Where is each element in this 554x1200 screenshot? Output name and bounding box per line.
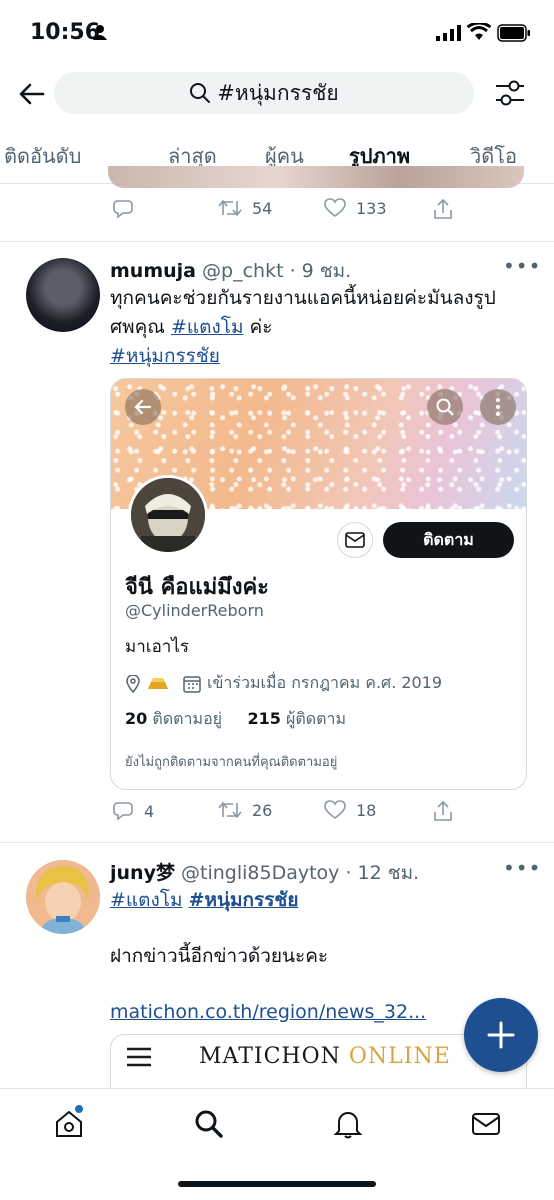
hashtag-link[interactable]: #แตงโม — [171, 316, 244, 338]
tweet-header: mumuja @p_chkt · 9 ชม. — [110, 256, 351, 286]
reply-button[interactable] — [112, 198, 134, 220]
reply-icon — [113, 200, 133, 219]
retweet-button[interactable]: 54 — [218, 198, 272, 218]
search-icon — [190, 83, 211, 103]
display-name[interactable]: juny梦 — [110, 862, 175, 884]
search-query: #หนุ่มกรรชัย — [217, 80, 339, 105]
like-count: 133 — [356, 198, 387, 218]
tweet-text-line: ศพคุณ #แตงโม ค่ะ — [110, 313, 496, 342]
tweet-text-segment: ศพคุณ — [110, 316, 171, 338]
retweet-icon — [218, 801, 242, 819]
tweet-text-line: ทุกคนคะช่วยกันรายงานแอคนี้หน่อยค่ะมันลงร… — [110, 287, 496, 309]
person-icon — [93, 25, 107, 40]
messages-icon[interactable] — [471, 1109, 501, 1139]
location-icon — [126, 674, 140, 693]
hashtag-link[interactable]: #หนุ่มกรรชัย — [189, 889, 299, 911]
back-arrow-icon[interactable] — [18, 80, 46, 108]
share-icon — [434, 198, 452, 219]
post-image[interactable] — [108, 166, 524, 188]
divider — [0, 241, 554, 242]
search-input[interactable]: #หนุ่มกรรชัย — [54, 72, 474, 114]
site-logo: MATICHON ONLINE — [199, 1044, 451, 1069]
status-time: 10:56 — [30, 20, 101, 45]
bottom-navigation — [0, 1088, 554, 1200]
retweet-icon — [218, 199, 242, 217]
tweet-text: ทุกคนคะช่วยกันรายงานแอคนี้หน่อยค่ะมันลงร… — [110, 284, 496, 371]
profile-meta: เข้าร่วมเมื่อ กรกฎาคม ค.ศ. 2019 — [125, 671, 442, 696]
post-actions: 54 133 — [0, 198, 554, 228]
followers-label: ผู้ติดตาม — [285, 709, 347, 728]
like-icon — [324, 800, 346, 820]
divider — [0, 842, 554, 843]
notifications-icon[interactable] — [333, 1109, 363, 1139]
profile-bio: มาเอาไร — [125, 637, 189, 657]
more-options-icon — [480, 389, 516, 425]
more-options-icon[interactable]: ••• — [503, 254, 541, 278]
status-bar: 10:56 — [0, 0, 554, 66]
post-actions: 4 26 18 — [0, 800, 554, 830]
display-name[interactable]: mumuja — [110, 260, 196, 282]
compose-icon — [487, 1021, 515, 1049]
search-icon — [427, 389, 463, 425]
filter-icon[interactable] — [494, 78, 526, 108]
brand-part: ONLINE — [348, 1044, 451, 1069]
handle-time: @tingli85Daytoy · 12 ชม. — [181, 862, 420, 884]
tweet-body: ฝากข่าวนี้อีกข่าวด้วยนะคะ — [110, 945, 329, 967]
explore-icon[interactable] — [194, 1109, 224, 1139]
search-header: #หนุ่มกรรชัย — [0, 66, 554, 122]
reply-button[interactable]: 4 — [112, 800, 154, 822]
tweet-header: juny梦 @tingli85Daytoy · 12 ชม. — [110, 858, 419, 888]
retweet-count: 26 — [252, 800, 273, 820]
embedded-profile-image[interactable]: ติดตาม จีนี คือแม่มึงค่ะ @CylinderReborn… — [110, 378, 527, 790]
like-button[interactable]: 18 — [324, 800, 376, 820]
avatar[interactable] — [26, 860, 100, 934]
compose-button[interactable] — [464, 998, 538, 1072]
brand-part: MATICHON — [199, 1044, 341, 1069]
profile-name: จีนี คือแม่มึงค่ะ — [125, 575, 269, 600]
signal-icon — [436, 25, 461, 41]
retweet-count: 54 — [252, 198, 273, 218]
like-button[interactable]: 133 — [324, 198, 387, 218]
profile-avatar — [128, 475, 208, 555]
profile-follow-note: ยังไม่ถูกติดตามจากคนที่คุณติดตามอยู่ — [125, 755, 338, 770]
back-arrow-icon — [125, 389, 161, 425]
profile-stats: 20 ติดตามอยู่ 215 ผู้ติดตาม — [125, 707, 346, 732]
share-button[interactable] — [432, 198, 454, 220]
notification-dot — [75, 1105, 83, 1113]
retweet-button[interactable]: 26 — [218, 800, 272, 820]
following-label: ติดตามอยู่ — [152, 709, 223, 728]
share-button[interactable] — [432, 800, 454, 822]
reply-count: 4 — [144, 801, 155, 821]
like-icon — [324, 198, 346, 218]
tweet-text-segment: ค่ะ — [243, 316, 273, 338]
avatar[interactable] — [26, 258, 100, 332]
mail-icon — [337, 522, 373, 558]
reply-icon — [113, 802, 133, 821]
following-count: 20 — [125, 709, 148, 728]
news-link[interactable]: matichon.co.th/region/news_32... — [110, 1001, 426, 1023]
followers-count: 215 — [247, 709, 281, 728]
tab-top[interactable]: ติดอันดับ — [4, 140, 81, 172]
home-icon[interactable] — [54, 1109, 84, 1139]
wifi-icon — [467, 23, 491, 40]
handle-time: @p_chkt · 9 ชม. — [202, 260, 352, 282]
menu-icon — [127, 1047, 151, 1067]
profile-handle: @CylinderReborn — [125, 601, 264, 620]
tweet-text: #แตงโม #หนุ่มกรรชัย ฝากข่าวนี้อีกข่าวด้ว… — [110, 886, 426, 1027]
profile-joined: เข้าร่วมเมื่อ กรกฎาคม ค.ศ. 2019 — [207, 673, 443, 692]
more-options-icon[interactable]: ••• — [503, 856, 541, 880]
hashtag-link[interactable]: #หนุ่มกรรชัย — [110, 345, 220, 367]
gold-bar-icon — [148, 677, 168, 689]
share-icon — [434, 800, 452, 821]
follow-button: ติดตาม — [383, 522, 514, 558]
like-count: 18 — [356, 800, 377, 820]
calendar-icon — [183, 675, 201, 693]
home-indicator — [178, 1181, 376, 1187]
battery-icon — [497, 24, 530, 42]
hashtag-link[interactable]: #แตงโม — [110, 889, 183, 911]
